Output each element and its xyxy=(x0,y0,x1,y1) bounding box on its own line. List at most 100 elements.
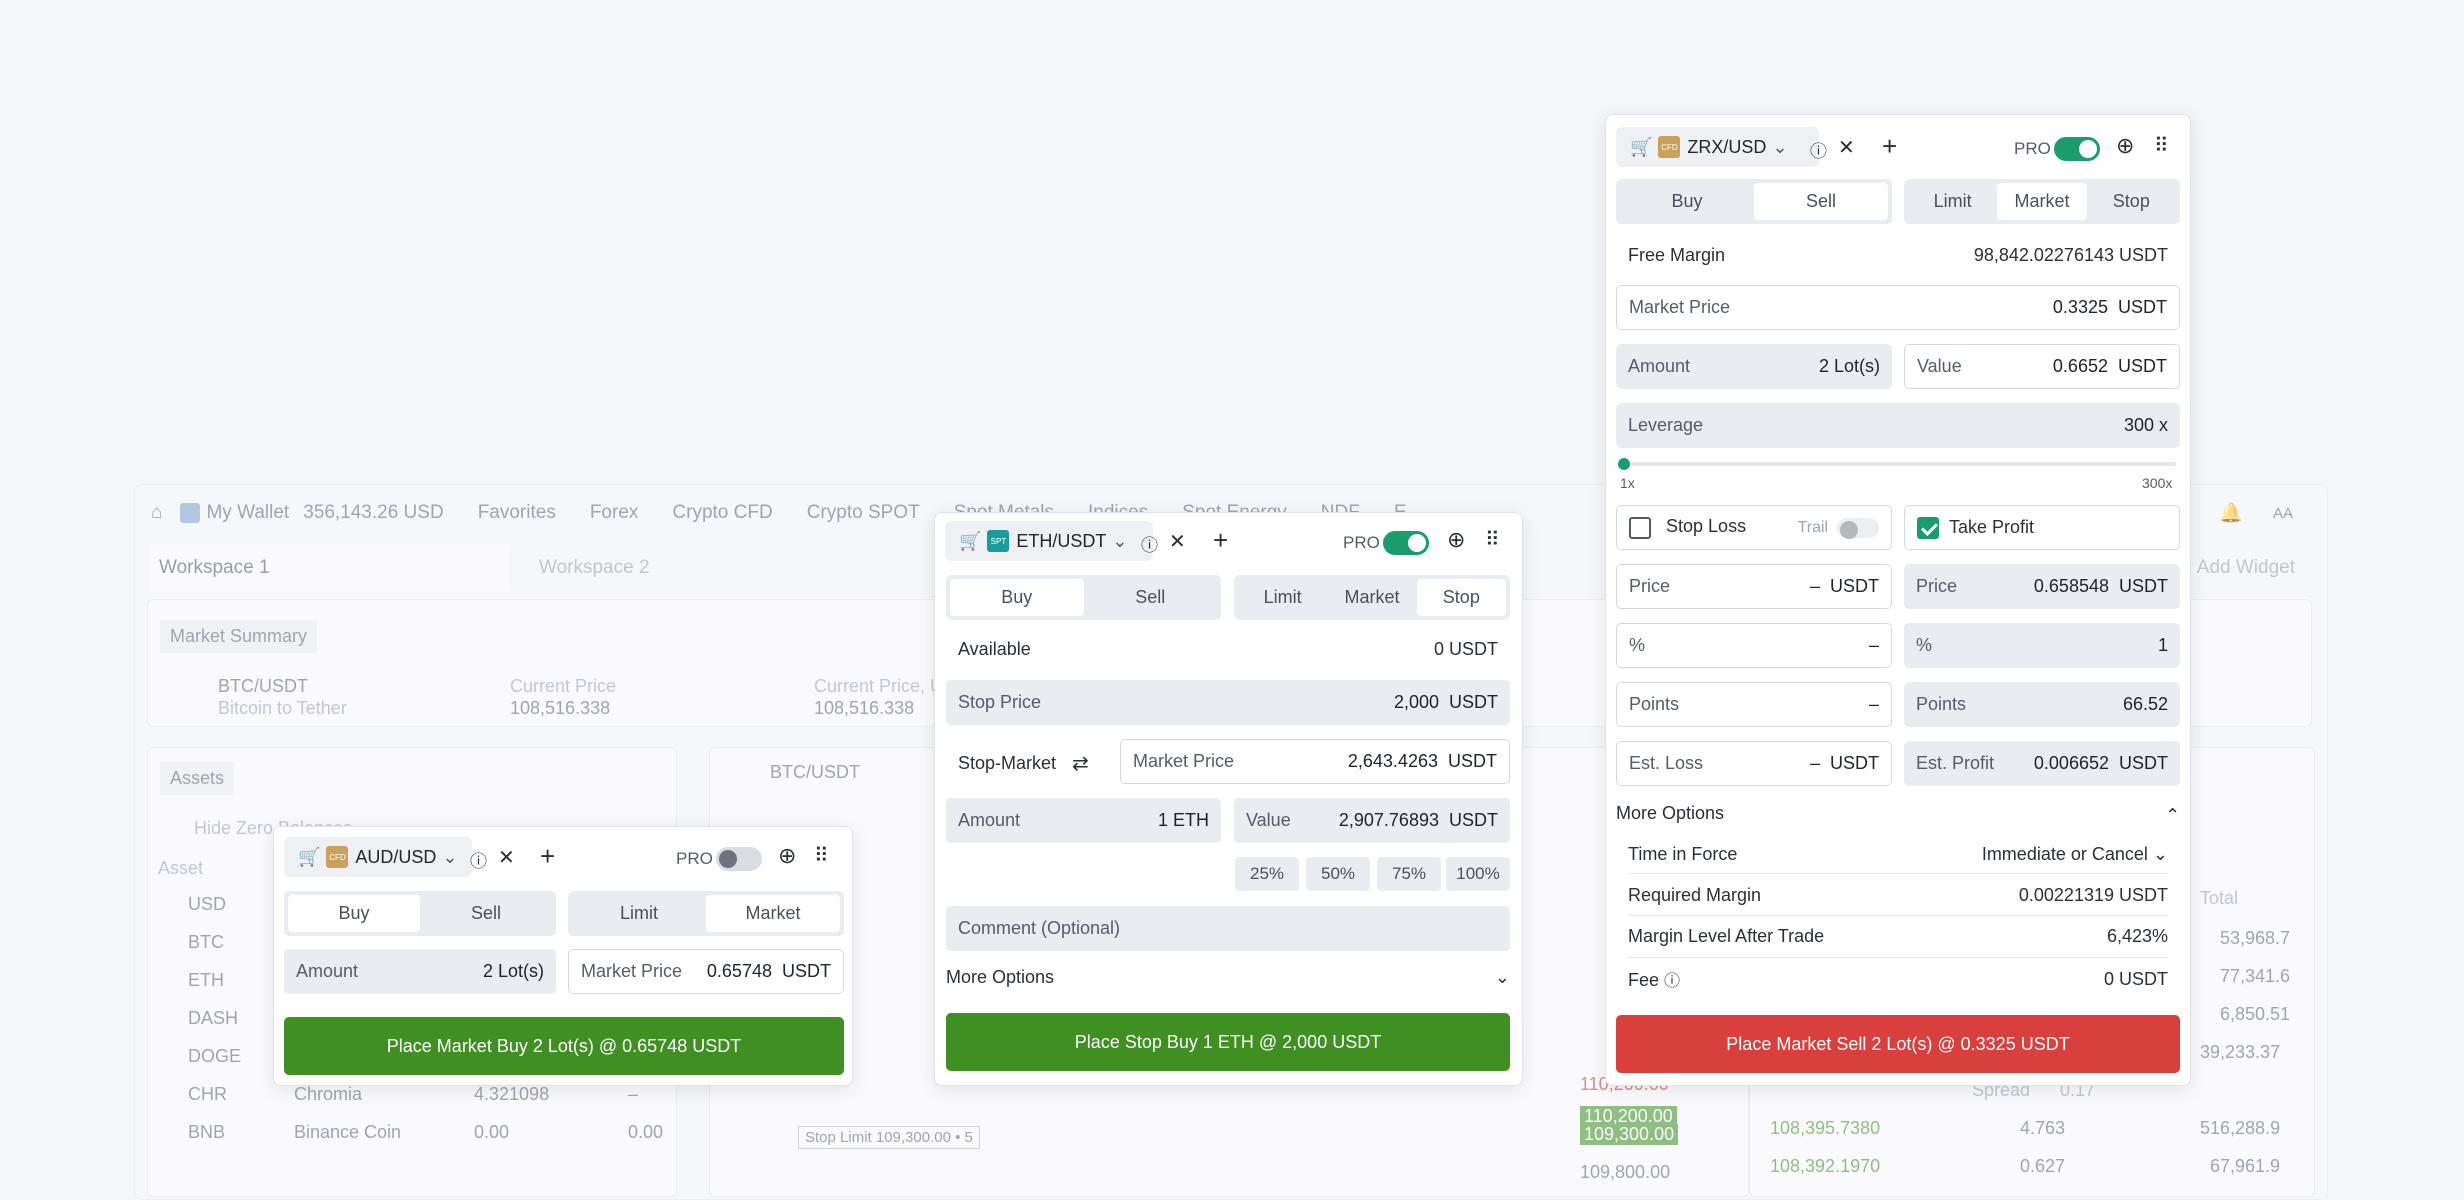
stop-loss-checkbox[interactable] xyxy=(1629,516,1651,539)
more-options-toggle[interactable]: More Options ⌄ xyxy=(946,967,1510,988)
stop-limit-order-tag[interactable]: Stop Limit 109,300.00 • 5 xyxy=(798,1126,980,1149)
limit-tab[interactable]: Limit xyxy=(1908,183,1997,220)
add-icon[interactable]: + xyxy=(1882,131,1897,162)
symbol-selector-aud[interactable]: 🛒 CFD AUD/USD ⌄ xyxy=(284,837,472,877)
add-circle-icon[interactable]: ⊕ xyxy=(2116,133,2134,159)
pro-toggle[interactable] xyxy=(1383,531,1429,555)
info-icon[interactable]: ⓘ xyxy=(1810,137,1827,162)
sl-points-field[interactable]: Points – xyxy=(1616,682,1892,727)
amount-field[interactable]: Amount 2 Lot(s) xyxy=(1616,344,1892,389)
divider xyxy=(1628,873,2168,874)
sell-tab[interactable]: Sell xyxy=(1754,183,1888,220)
stop-tab[interactable]: Stop xyxy=(2087,183,2176,220)
chevron-down-icon: ⌄ xyxy=(2152,844,2168,864)
take-profit-toggle[interactable]: Take Profit xyxy=(1904,505,2180,550)
sl-price-field[interactable]: Price – USDT xyxy=(1616,564,1892,609)
info-icon[interactable]: ⓘ xyxy=(1664,973,1680,990)
sl-percent-field[interactable]: % – xyxy=(1616,623,1892,668)
info-icon[interactable]: ⓘ xyxy=(470,847,487,872)
symbol-selector-zrx[interactable]: 🛒 CFD ZRX/USD ⌄ xyxy=(1616,127,1819,167)
ob-bid-price-1: 108,395.7380 xyxy=(1770,1118,1881,1138)
percent-100-button[interactable]: 100% xyxy=(1446,857,1510,891)
sell-tab[interactable]: Sell xyxy=(1084,579,1218,616)
chevron-up-icon: ⌄ xyxy=(2164,804,2180,824)
leverage-field[interactable]: Leverage 300 x xyxy=(1616,403,2180,448)
place-order-button[interactable]: Place Market Sell 2 Lot(s) @ 0.3325 USDT xyxy=(1616,1015,2180,1073)
amount-field[interactable]: Amount 1 ETH xyxy=(946,798,1221,843)
comment-field[interactable]: Comment (Optional) xyxy=(946,906,1510,951)
wallet-selector[interactable]: My Wallet xyxy=(206,502,289,524)
add-circle-icon[interactable]: ⊕ xyxy=(1447,527,1465,553)
tab-workspace-2[interactable]: Workspace 2 xyxy=(539,557,650,579)
pro-toggle[interactable] xyxy=(2054,137,2100,161)
market-summary-tab[interactable]: Market Summary xyxy=(160,620,318,653)
nav-crypto-cfd[interactable]: Crypto CFD xyxy=(672,502,772,524)
ob-bid-total-1: 516,288.9 xyxy=(2200,1118,2281,1138)
sl-price-value: – xyxy=(1809,576,1820,596)
percent-75-button[interactable]: 75% xyxy=(1377,857,1441,891)
leverage-value: 300 x xyxy=(2123,415,2168,435)
drag-handle-icon[interactable]: ⠿ xyxy=(814,843,829,868)
current-price-value: 108,516.338 xyxy=(510,698,611,718)
tp-price-field[interactable]: Price 0.658548 USDT xyxy=(1904,564,2180,609)
symbol-selector-eth[interactable]: 🛒 SPT ETH/USDT ⌄ xyxy=(945,521,1153,561)
market-tab[interactable]: Market xyxy=(1997,183,2087,220)
market-price-label: Market Price xyxy=(1133,751,1235,771)
market-tab[interactable]: Market xyxy=(706,895,840,932)
stop-market-row: Stop-Market ⇄ xyxy=(958,751,1089,776)
tp-percent-field[interactable]: % 1 xyxy=(1904,623,2180,668)
nav-forex[interactable]: Forex xyxy=(590,502,639,524)
buy-tab[interactable]: Buy xyxy=(1620,183,1754,220)
value-field[interactable]: Value 2,907.76893 USDT xyxy=(1234,798,1510,843)
close-icon[interactable]: ✕ xyxy=(498,845,515,870)
amount-field[interactable]: Amount 2 Lot(s) xyxy=(284,949,556,994)
percent-25-button[interactable]: 25% xyxy=(1235,857,1299,891)
sell-tab[interactable]: Sell xyxy=(420,895,552,932)
swap-icon[interactable]: ⇄ xyxy=(1072,751,1089,776)
add-icon[interactable]: + xyxy=(1213,525,1228,556)
add-widget-button[interactable]: Add Widget xyxy=(2197,557,2295,579)
more-options-toggle[interactable]: More Options ⌄ xyxy=(1616,803,2180,824)
summary-subtitle: Bitcoin to Tether xyxy=(218,698,347,718)
nav-favorites[interactable]: Favorites xyxy=(478,502,556,524)
user-avatar[interactable]: AA xyxy=(2273,505,2293,522)
drag-handle-icon[interactable]: ⠿ xyxy=(1485,527,1500,552)
stop-loss-toggle[interactable]: Stop Loss Trail xyxy=(1616,505,1892,550)
stop-tab[interactable]: Stop xyxy=(1416,579,1506,616)
add-circle-icon[interactable]: ⊕ xyxy=(778,843,796,869)
close-icon[interactable]: ✕ xyxy=(1838,135,1855,160)
asset-symbol: USD xyxy=(188,894,227,914)
sl-percent-value: – xyxy=(1868,635,1879,655)
buy-tab[interactable]: Buy xyxy=(288,895,420,932)
limit-tab[interactable]: Limit xyxy=(572,895,706,932)
cart-icon: 🛒 xyxy=(959,530,982,551)
pro-label: PRO xyxy=(2014,139,2051,158)
place-order-button[interactable]: Place Market Buy 2 Lot(s) @ 0.65748 USDT xyxy=(284,1017,844,1075)
tp-points-field[interactable]: Points 66.52 xyxy=(1904,682,2180,727)
drag-handle-icon[interactable]: ⠿ xyxy=(2154,133,2169,158)
percent-50-button[interactable]: 50% xyxy=(1306,857,1370,891)
fee-value: 0 USDT xyxy=(2103,968,2168,989)
market-price-value: 2,643.4263 xyxy=(1347,751,1438,771)
nav-crypto-spot[interactable]: Crypto SPOT xyxy=(807,502,920,524)
pro-toggle[interactable] xyxy=(716,847,762,871)
assets-tab[interactable]: Assets xyxy=(160,762,235,795)
info-icon[interactable]: ⓘ xyxy=(1141,531,1158,556)
add-icon[interactable]: + xyxy=(540,841,555,872)
time-in-force-select[interactable]: Immediate or Cancel ⌄ xyxy=(1982,844,2168,865)
limit-tab[interactable]: Limit xyxy=(1238,579,1327,616)
leverage-slider-track[interactable] xyxy=(1618,458,2176,470)
home-icon[interactable]: ⌂ xyxy=(151,502,162,524)
take-profit-checkbox[interactable] xyxy=(1917,516,1939,539)
place-order-button[interactable]: Place Stop Buy 1 ETH @ 2,000 USDT xyxy=(946,1013,1510,1071)
value-field[interactable]: Value 0.6652 USDT xyxy=(1904,344,2180,389)
tab-workspace-1[interactable]: Workspace 1 xyxy=(149,545,509,591)
leverage-label: Leverage xyxy=(1628,415,1704,435)
bell-icon[interactable]: 🔔 xyxy=(2219,501,2243,525)
buy-tab[interactable]: Buy xyxy=(950,579,1084,616)
leverage-slider-knob[interactable] xyxy=(1618,458,1630,470)
close-icon[interactable]: ✕ xyxy=(1169,529,1186,554)
trail-toggle[interactable] xyxy=(1837,517,1879,539)
market-tab[interactable]: Market xyxy=(1327,579,1416,616)
stop-price-field[interactable]: Stop Price 2,000 USDT xyxy=(946,680,1510,725)
